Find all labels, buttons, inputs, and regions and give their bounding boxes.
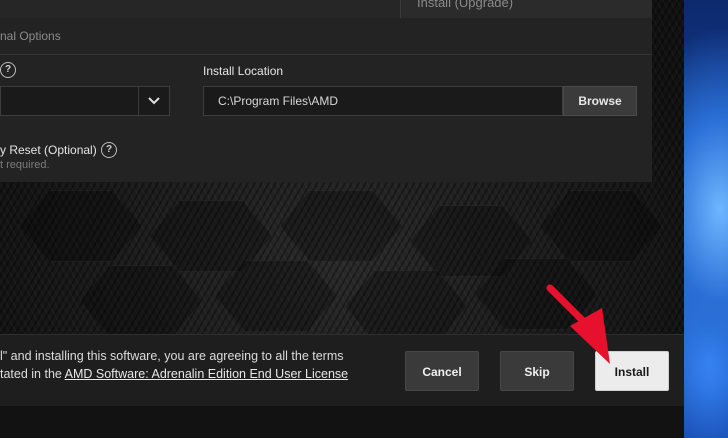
legal-line-1: l" and installing this software, you are… [0,349,344,363]
install-location-label: Install Location [203,64,284,78]
question-circle-icon[interactable]: ? [101,142,117,158]
hex-pattern [80,265,202,337]
hex-pattern [540,190,662,262]
install-upgrade-option[interactable]: Install (Upgrade) [400,0,652,18]
question-circle-icon[interactable]: ? [0,62,16,78]
cancel-button[interactable]: Cancel [405,351,479,391]
hex-pattern [20,190,142,262]
install-option-select[interactable] [0,86,170,116]
factory-reset-note: t required. [0,159,50,171]
amd-installer-window: Install (Upgrade) nal Options ? Install … [0,0,684,438]
chevron-down-icon[interactable] [138,87,169,115]
legal-line-2-prefix: tated in the [0,367,65,381]
eula-link[interactable]: AMD Software: Adrenalin Edition End User… [65,367,348,381]
window-bottom-edge [0,406,684,438]
factory-reset-label: y Reset (Optional) [0,143,97,157]
additional-options-header[interactable]: nal Options [0,18,652,55]
install-type-strip: Install (Upgrade) [0,0,652,18]
license-agreement-text: l" and installing this software, you are… [0,347,390,383]
browse-button[interactable]: Browse [563,86,637,116]
install-options-panel: Install (Upgrade) nal Options ? Install … [0,0,652,182]
red-arrow-annotation [546,284,610,364]
hex-pattern [280,190,402,262]
legal-line-2: tated in the AMD Software: Adrenalin Edi… [0,365,390,383]
hex-pattern [345,270,467,342]
install-location-field[interactable]: C:\Program Files\AMD [203,86,563,116]
